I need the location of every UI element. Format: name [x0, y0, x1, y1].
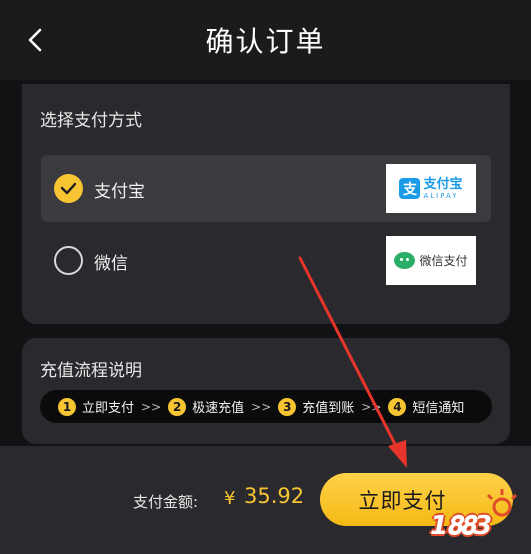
step-label: 极速充值 — [192, 401, 245, 416]
payment-option-wechat[interactable]: 微信 微信支付 — [41, 227, 491, 294]
wechat-icon — [394, 252, 416, 269]
step-number: 1 — [58, 397, 76, 416]
check-icon — [60, 182, 77, 195]
step-separator: >> — [251, 399, 272, 414]
payment-option-label: 支付宝 — [94, 182, 145, 202]
alipay-icon: 支 — [399, 178, 421, 199]
alipay-logo-text: 支付宝 — [423, 176, 463, 192]
step-separator: >> — [141, 399, 162, 414]
step-separator: >> — [361, 399, 382, 414]
step-label: 充值到账 — [302, 401, 355, 416]
step-label: 短信通知 — [412, 401, 465, 416]
amount-label: 支付金额: — [133, 493, 199, 511]
watermark: 1𝟖𝟖3 — [430, 487, 530, 553]
payment-section-title: 选择支付方式 — [40, 111, 142, 131]
amount-value: 35.92 — [244, 484, 305, 508]
radio-selected[interactable] — [54, 174, 83, 203]
radio-unselected[interactable] — [54, 246, 83, 275]
step-number: 3 — [278, 397, 297, 416]
flow-section-title: 充值流程说明 — [40, 361, 142, 381]
flow-step: 2 极速充值 — [168, 397, 244, 416]
payment-option-alipay[interactable]: 支付宝 支 支付宝 ALIPAY — [41, 155, 491, 222]
flow-step: 1 立即支付 — [58, 397, 134, 416]
header-bar: 确认订单 — [0, 0, 531, 80]
step-number: 2 — [168, 397, 187, 416]
wechat-logo-text: 微信支付 — [419, 254, 468, 268]
recharge-flow-card: 充值流程说明 1 立即支付 >> 2 极速充值 >> 3 充值到账 >> 4 短… — [22, 338, 510, 444]
alipay-logo-en: ALIPAY — [423, 191, 459, 200]
page-title: 确认订单 — [205, 25, 326, 58]
flow-step: 4 短信通知 — [388, 397, 464, 416]
step-label: 立即支付 — [82, 401, 135, 416]
watermark-text: 1𝟖𝟖3 — [430, 511, 492, 541]
flow-step: 3 充值到账 — [278, 397, 354, 416]
currency-symbol: ¥ — [224, 488, 236, 509]
wechat-pay-logo: 微信支付 — [386, 236, 476, 285]
step-number: 4 — [388, 397, 407, 416]
payment-method-card: 选择支付方式 支付宝 支 支付宝 ALIPAY 微信 微信支付 — [22, 84, 510, 324]
flow-steps: 1 立即支付 >> 2 极速充值 >> 3 充值到账 >> 4 短信通知 — [40, 390, 492, 423]
payment-option-label: 微信 — [94, 254, 128, 274]
alipay-logo: 支 支付宝 ALIPAY — [386, 164, 476, 213]
